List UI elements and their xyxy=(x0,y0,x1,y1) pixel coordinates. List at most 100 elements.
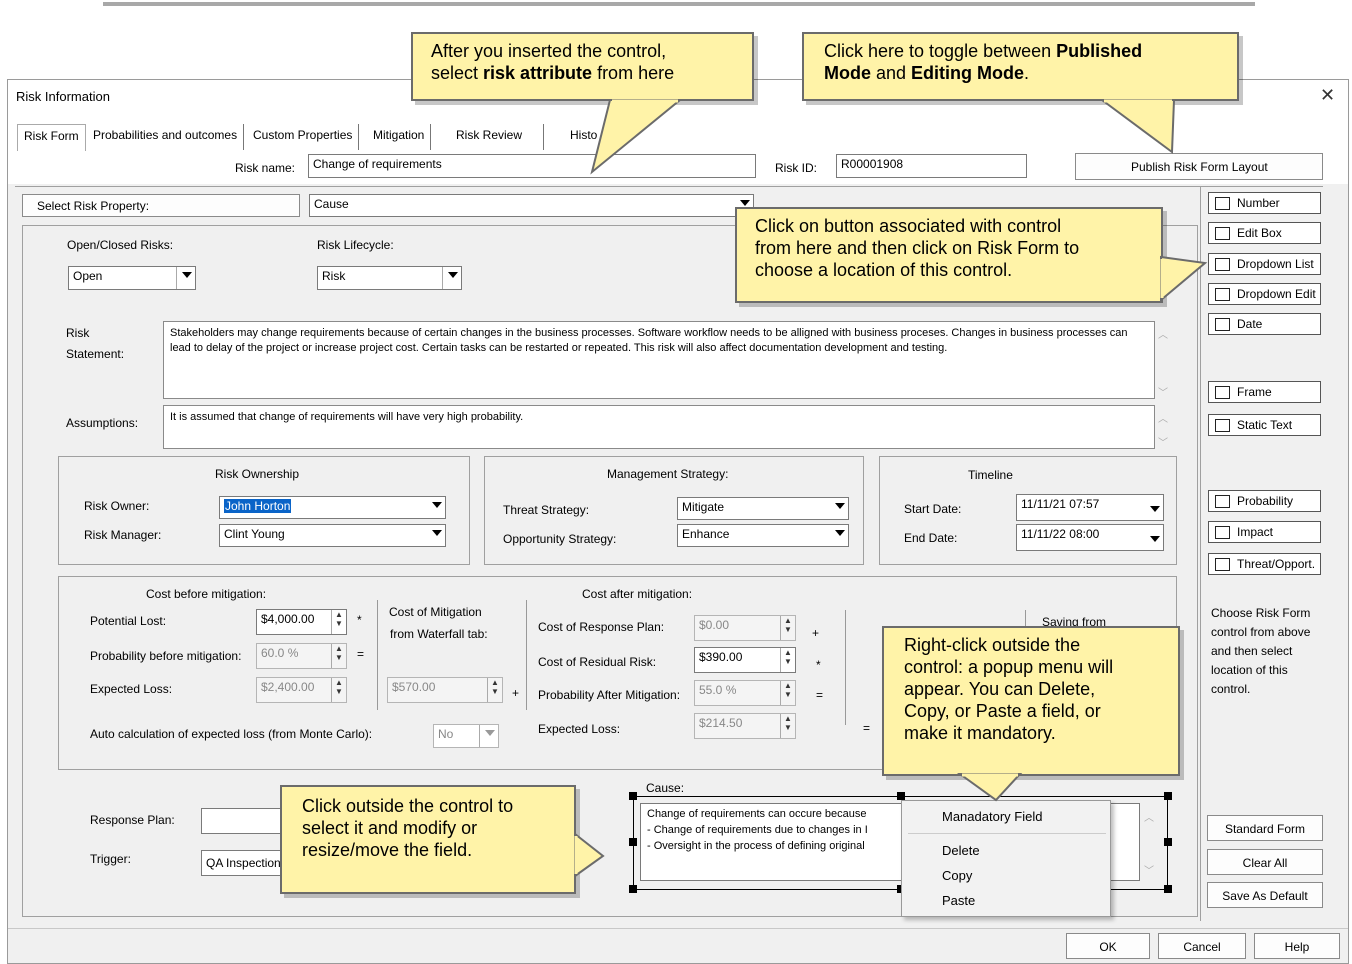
tool-label: Probability xyxy=(1237,494,1294,508)
resize-handle[interactable] xyxy=(629,885,637,893)
tab-mitigation[interactable]: Mitigation xyxy=(367,124,432,150)
start-date-label: Start Date: xyxy=(904,502,962,516)
probability-after-input[interactable]: 55.0 % ▲ ▼ xyxy=(694,680,796,706)
auto-calc-dropdown[interactable]: No xyxy=(433,724,499,748)
spinner-icon[interactable]: ▲ ▼ xyxy=(331,610,346,634)
tool-hint-line: location of this xyxy=(1211,663,1288,677)
response-cost-input[interactable]: $0.00 ▲ ▼ xyxy=(694,615,796,641)
risk-owner-dropdown[interactable]: John Horton xyxy=(219,496,446,519)
tool-edit-box-button[interactable]: Edit Box xyxy=(1208,222,1321,244)
tab-risk-form[interactable]: Risk Form xyxy=(17,124,86,151)
scroll-down-icon[interactable]: ﹀ xyxy=(1158,384,1168,399)
tool-probability-button[interactable]: Probability xyxy=(1208,490,1321,512)
tab-custom-properties[interactable]: Custom Properties xyxy=(247,124,360,150)
open-closed-dropdown[interactable]: Open xyxy=(68,266,196,290)
risk-statement-textarea[interactable]: Stakeholders may change requirements bec… xyxy=(163,321,1155,399)
cost-of-mitigation-value: $570.00 xyxy=(392,680,436,694)
callout-line: After you inserted the control, xyxy=(431,41,667,61)
tool-label: Dropdown List xyxy=(1237,257,1314,271)
scroll-up-icon[interactable]: ︿ xyxy=(1144,809,1154,824)
equals-operator: = xyxy=(816,688,824,702)
risk-ownership-title: Risk Ownership xyxy=(215,467,300,481)
probability-before-input[interactable]: 60.0 % ▲ ▼ xyxy=(256,643,347,669)
resize-handle[interactable] xyxy=(897,792,905,800)
potential-lost-input[interactable]: $4,000.00 ▲ ▼ xyxy=(256,609,347,635)
help-button[interactable]: Help xyxy=(1254,933,1340,959)
tool-dropdown-list-button[interactable]: Dropdown List xyxy=(1208,253,1321,275)
menu-item-paste[interactable]: Paste xyxy=(942,893,975,908)
tool-static-text-button[interactable]: Static Text xyxy=(1208,414,1321,436)
tool-hint-line: control from above xyxy=(1211,625,1311,639)
callout-line: make it mandatory. xyxy=(904,723,1056,743)
tab-risk-review[interactable]: Risk Review xyxy=(450,124,544,150)
spinner-icon[interactable]: ▲ ▼ xyxy=(780,681,795,705)
callout-bold-text: Editing Mode xyxy=(911,63,1025,83)
callout-publish-mode: Click here to toggle between Published M… xyxy=(802,32,1239,101)
resize-handle[interactable] xyxy=(1164,885,1172,893)
scroll-up-icon[interactable]: ︿ xyxy=(1158,326,1168,341)
end-date-label: End Date: xyxy=(904,531,958,545)
cancel-button[interactable]: Cancel xyxy=(1158,933,1246,959)
scroll-down-icon[interactable]: ﹀ xyxy=(1144,862,1154,877)
risk-manager-dropdown[interactable]: Clint Young xyxy=(219,524,446,547)
spinner-icon[interactable]: ▲ ▼ xyxy=(780,616,795,640)
trigger-input[interactable]: QA Inspection xyxy=(201,850,291,876)
tab-probabilities[interactable]: Probabilities and outcomes xyxy=(87,124,245,150)
resize-handle[interactable] xyxy=(629,792,637,800)
context-menu: Manadatory Field Delete Copy Paste xyxy=(901,800,1111,917)
close-icon[interactable]: ✕ xyxy=(1320,85,1335,106)
resize-handle[interactable] xyxy=(629,838,637,846)
tool-label: Edit Box xyxy=(1237,226,1282,240)
probability-before-label: Probability before mitigation: xyxy=(90,649,242,663)
threat-strategy-dropdown[interactable]: Mitigate xyxy=(677,497,849,520)
chevron-down-icon xyxy=(835,530,845,536)
open-closed-value: Open xyxy=(73,269,103,283)
tool-threat-opport-button[interactable]: Threat/Opport. xyxy=(1208,553,1321,575)
resize-handle[interactable] xyxy=(1164,838,1172,846)
tool-label: Dropdown Edit xyxy=(1237,287,1316,301)
spinner-icon[interactable]: ▲ ▼ xyxy=(331,644,346,668)
risk-lifecycle-dropdown[interactable]: Risk xyxy=(317,266,462,290)
tool-date-button[interactable]: Date xyxy=(1208,313,1321,335)
tool-impact-button[interactable]: Impact xyxy=(1208,521,1321,543)
expected-loss-input[interactable]: $2,400.00 ▲ ▼ xyxy=(256,677,347,703)
callout-right-click: Right-click outside the control: a popup… xyxy=(882,626,1180,776)
menu-item-copy[interactable]: Copy xyxy=(942,868,972,883)
start-date-value: 11/11/21 07:57 xyxy=(1021,497,1100,511)
residual-cost-input[interactable]: $390.00 ▲ ▼ xyxy=(694,647,796,673)
callout-pointer xyxy=(574,831,605,878)
scroll-down-icon[interactable]: ﹀ xyxy=(1158,434,1168,449)
spinner-icon[interactable]: ▲ ▼ xyxy=(487,678,502,702)
standard-form-button[interactable]: Standard Form xyxy=(1207,815,1323,841)
callout-text: from here xyxy=(592,63,675,83)
risk-id-input[interactable]: R00001908 xyxy=(836,154,1027,178)
tool-frame-button[interactable]: Frame xyxy=(1208,381,1321,403)
menu-item-delete[interactable]: Delete xyxy=(942,843,980,858)
end-date-value: 11/11/22 08:00 xyxy=(1021,527,1100,541)
response-plan-input[interactable] xyxy=(201,808,291,834)
probability-after-value: 55.0 % xyxy=(699,683,737,697)
start-date-picker[interactable]: 11/11/21 07:57 xyxy=(1016,494,1164,521)
plus-operator: + xyxy=(812,626,820,640)
cost-of-mitigation-label: Cost of Mitigation xyxy=(389,605,482,619)
tool-dropdown-edit-button[interactable]: Dropdown Edit xyxy=(1208,283,1321,305)
clear-all-button[interactable]: Clear All xyxy=(1207,849,1323,875)
risk-manager-label: Risk Manager: xyxy=(84,528,162,542)
end-date-picker[interactable]: 11/11/22 08:00 xyxy=(1016,524,1164,551)
expected-loss-value: $2,400.00 xyxy=(261,680,315,694)
assumptions-textarea[interactable]: It is assumed that change of requirement… xyxy=(163,405,1155,449)
save-as-default-button[interactable]: Save As Default xyxy=(1207,882,1323,908)
tool-label: Number xyxy=(1237,196,1280,210)
opportunity-strategy-dropdown[interactable]: Enhance xyxy=(677,524,849,547)
resize-handle[interactable] xyxy=(1164,792,1172,800)
risk-property-dropdown[interactable]: Cause xyxy=(309,194,754,217)
spinner-icon[interactable]: ▲ ▼ xyxy=(780,714,795,738)
menu-item-mandatory-field[interactable]: Manadatory Field xyxy=(942,809,1042,824)
scroll-up-icon[interactable]: ︿ xyxy=(1158,410,1168,425)
spinner-icon[interactable]: ▲ ▼ xyxy=(780,648,795,672)
expected-loss-after-input[interactable]: $214.50 ▲ ▼ xyxy=(694,713,796,739)
cost-of-mitigation-input[interactable]: $570.00 ▲ ▼ xyxy=(387,677,503,703)
tool-number-button[interactable]: Number xyxy=(1208,192,1321,214)
ok-button[interactable]: OK xyxy=(1066,933,1150,959)
spinner-icon[interactable]: ▲ ▼ xyxy=(331,678,346,702)
